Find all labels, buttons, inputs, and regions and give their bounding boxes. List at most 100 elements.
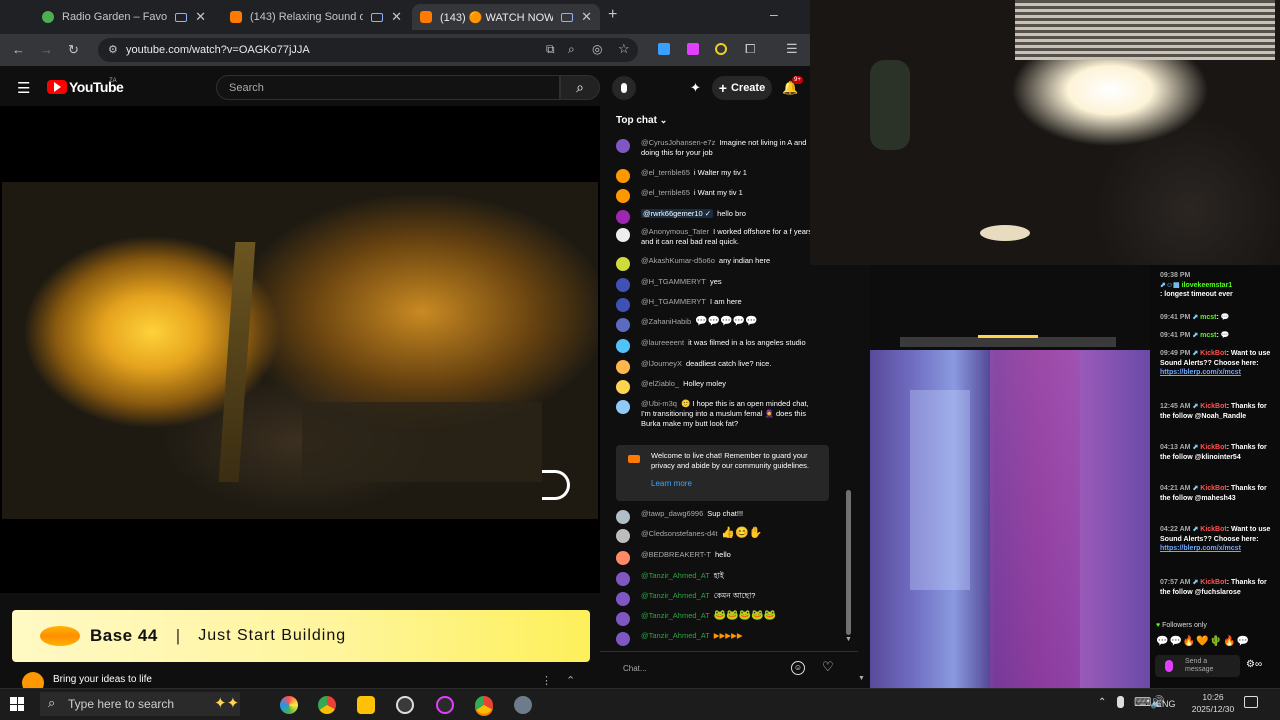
chat-author[interactable]: @Anonymous_Tater	[641, 227, 709, 236]
chat-text: i Want my tiv 1	[693, 188, 743, 197]
chat-author[interactable]: @Tanzir_Ahmed_AT	[641, 631, 710, 640]
chat-author[interactable]: @laureeeent	[641, 338, 684, 347]
message-user[interactable]: KickBot	[1200, 444, 1226, 451]
chat-text: any indian here	[718, 256, 771, 265]
taskbar-search-input[interactable]: Type here to search	[40, 692, 240, 716]
learn-more-link[interactable]: Learn more	[651, 479, 692, 488]
chat-author[interactable]: @Ubi-m3q	[641, 399, 677, 408]
close-icon[interactable]: ✕	[581, 9, 592, 25]
app-icon[interactable]	[514, 696, 532, 714]
chat-author[interactable]: @lJourneyX	[641, 359, 682, 368]
search-button[interactable]: ⌕	[560, 75, 600, 100]
extension-icon[interactable]	[715, 43, 727, 55]
chat-settings-icon[interactable]: ⚙∞	[1246, 659, 1262, 670]
chat-text: i Walter my tiv 1	[693, 168, 747, 177]
new-tab-button[interactable]: +	[608, 6, 617, 24]
message-user[interactable]: mcst	[1200, 332, 1216, 339]
emoji-icon[interactable]: ☺	[791, 661, 805, 675]
chat-header[interactable]: Top chat ⌄	[616, 115, 667, 126]
chat-author[interactable]: @ZahaniHabib	[641, 317, 691, 326]
chrome-icon[interactable]	[475, 696, 493, 714]
extension-icon[interactable]	[658, 43, 670, 55]
emote-icon[interactable]	[1165, 660, 1173, 672]
extension-icon[interactable]: ✦	[690, 80, 701, 96]
ad-banner[interactable]: Base 44 | Just Start Building	[12, 610, 590, 662]
chat-author[interactable]: @Cledsonstefanes-d4t	[641, 529, 717, 538]
message-text: :	[1216, 314, 1219, 321]
file-explorer-icon[interactable]	[357, 696, 375, 714]
eye-off-icon[interactable]: ◎	[592, 42, 602, 56]
chat-author[interactable]: @Tanzir_Ahmed_AT	[641, 571, 710, 580]
heart-icon[interactable]: ♡	[822, 659, 834, 675]
chat-author[interactable]: @H_TGAMMERYT	[641, 277, 706, 286]
avatar	[616, 360, 630, 374]
notification-center-icon[interactable]	[1244, 696, 1258, 708]
chevron-up-icon[interactable]: ⌃	[566, 674, 575, 687]
chat-author[interactable]: @AkashKumar-d5o6o	[641, 256, 715, 265]
chat-author[interactable]: @H_TGAMMERYT	[641, 297, 706, 306]
obs-icon[interactable]	[396, 696, 414, 714]
search-input[interactable]: Search	[216, 75, 560, 100]
chat-author[interactable]: @el_terrible65	[641, 168, 690, 177]
voice-search-button[interactable]	[612, 76, 636, 100]
app-icon[interactable]	[436, 696, 454, 714]
address-bar[interactable]: ⚙ youtube.com/watch?v=OAGKo77jJJA ⧉ ⌕ ◎ …	[98, 38, 638, 62]
tab-relaxing-sound[interactable]: (143) Relaxing Sound of Ra ✕	[222, 4, 410, 30]
back-icon[interactable]: ←	[12, 43, 25, 57]
minimize-button[interactable]: –	[770, 6, 778, 22]
reload-icon[interactable]: ↻	[68, 43, 79, 57]
chat-author[interactable]: @rwrk66gemer10 ✓	[641, 209, 714, 218]
chat-author[interactable]: @tawp_dawg6996	[641, 509, 703, 518]
message-user[interactable]: KickBot	[1200, 526, 1226, 533]
message-user[interactable]: KickBot	[1200, 485, 1226, 492]
chat-author[interactable]: @BEDBREAKERT-T	[641, 550, 711, 559]
game-scene	[870, 350, 1150, 690]
close-icon[interactable]: ✕	[195, 9, 206, 25]
video-player[interactable]: D	[0, 106, 600, 593]
bookmark-star-icon[interactable]: ☆	[618, 41, 630, 57]
close-icon[interactable]: ✕	[391, 9, 402, 25]
scroll-down-icon[interactable]: ▼	[845, 636, 852, 643]
reading-list-icon[interactable]: ☰	[786, 42, 798, 56]
chevron-up-icon[interactable]: ⌃	[1098, 697, 1106, 708]
scroll-down-icon[interactable]: ▼	[858, 675, 865, 682]
message-link[interactable]: https://blerp.com/x/mcst	[1160, 369, 1241, 376]
youtube-logo-icon[interactable]	[47, 80, 67, 94]
message-user[interactable]: KickBot	[1200, 403, 1226, 410]
windows-start-icon[interactable]	[10, 697, 24, 711]
chat-scrollbar[interactable]	[846, 490, 851, 635]
chrome-icon[interactable]	[318, 696, 336, 714]
message-user[interactable]: KickBot	[1200, 350, 1226, 357]
microphone-icon[interactable]	[1117, 696, 1124, 708]
kick-message-input[interactable]: Send a message	[1155, 655, 1240, 677]
kick-message: 04:22 AM ⬈ KickBot: Want to use Sound Al…	[1160, 526, 1271, 552]
tab-watch-now[interactable]: (143) 🟠 WATCH NOW: Mo ✕	[412, 4, 600, 30]
chat-text: 👍😊✋	[721, 527, 763, 539]
forward-icon[interactable]: →	[40, 43, 53, 57]
chat-author[interactable]: @CyrusJohansen-e7z	[641, 138, 715, 147]
chat-author[interactable]: @elZiablo_	[641, 379, 679, 388]
clock[interactable]: 10:26 2025/12/30	[1188, 691, 1238, 715]
extension-icon[interactable]	[687, 43, 699, 55]
more-options-icon[interactable]: ⋮	[541, 674, 552, 687]
emote-bar[interactable]: 💬💬🔥🧡🌵🔥💬	[1156, 636, 1250, 647]
message-user[interactable]: KickBot	[1200, 579, 1226, 586]
site-info-icon[interactable]: ⚙	[108, 43, 118, 56]
copilot-sparkle-icon[interactable]: ✦✦	[214, 694, 239, 712]
create-button[interactable]: + Create	[712, 76, 772, 100]
language-indicator[interactable]: ENG	[1156, 699, 1176, 709]
cast-icon[interactable]: ⧉	[546, 42, 555, 57]
network-icon[interactable]: ⌨	[1134, 695, 1151, 709]
hamburger-menu-icon[interactable]: ☰	[17, 79, 30, 97]
message-user[interactable]: ilovekeemstar1	[1182, 282, 1233, 289]
chat-author[interactable]: @Tanzir_Ahmed_AT	[641, 591, 710, 600]
photos-app-icon[interactable]	[280, 696, 298, 714]
chat-author[interactable]: @el_terrible65	[641, 188, 690, 197]
tab-radio-garden[interactable]: Radio Garden – Favorites ✕	[34, 4, 214, 30]
message-link[interactable]: https://blerp.com/x/mcst	[1160, 545, 1241, 552]
extensions-puzzle-icon[interactable]: ⧠	[745, 42, 755, 56]
message-user[interactable]: mcst	[1200, 314, 1216, 321]
chat-input[interactable]: Chat...	[614, 659, 814, 677]
chat-author[interactable]: @Tanzir_Ahmed_AT	[641, 611, 710, 620]
zoom-icon[interactable]: ⌕	[568, 42, 575, 57]
